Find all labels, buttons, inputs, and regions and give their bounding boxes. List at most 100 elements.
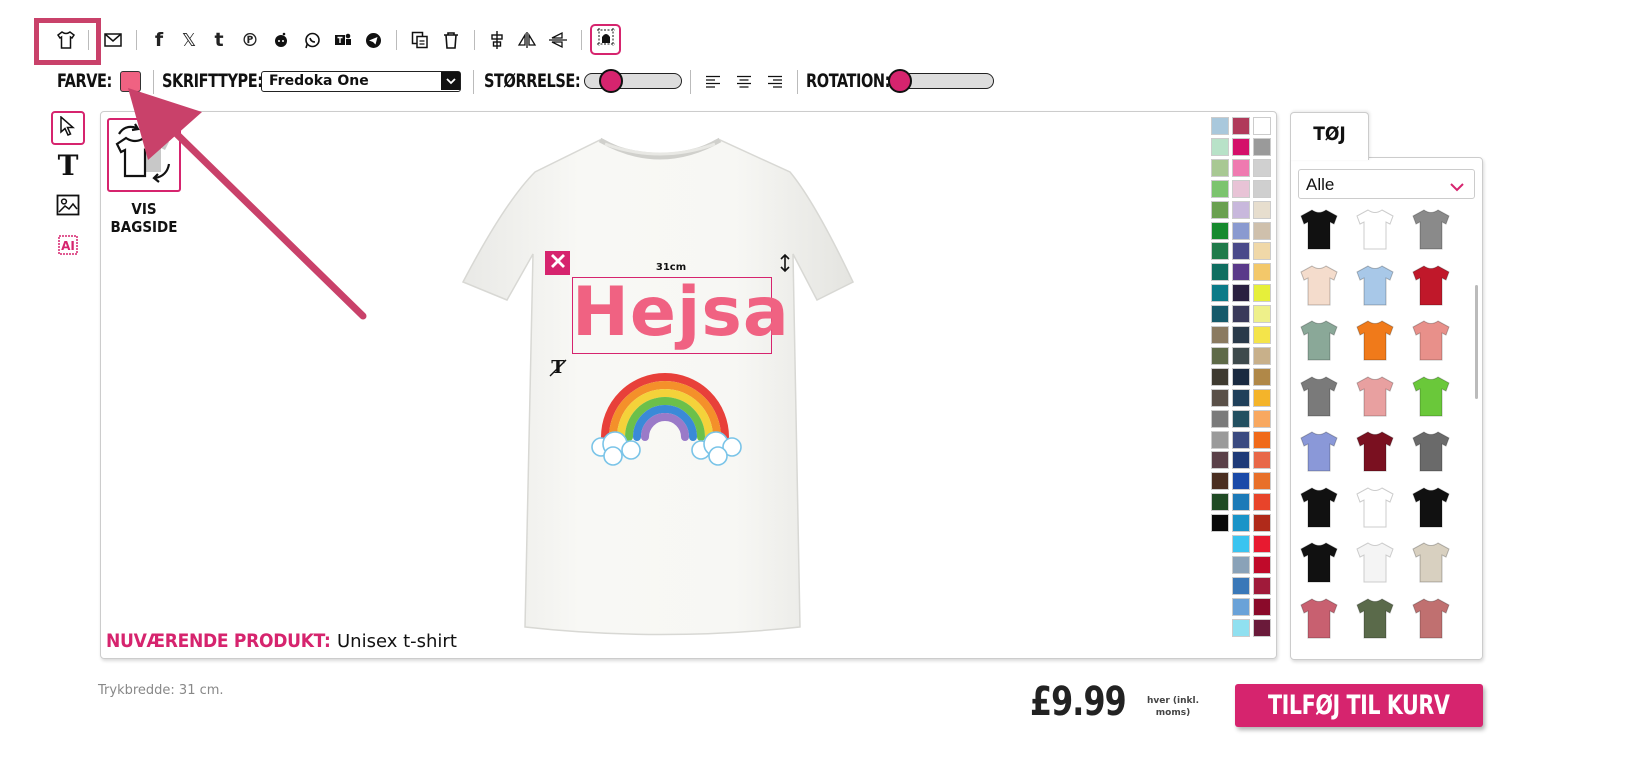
color-swatch[interactable] bbox=[1232, 221, 1250, 240]
product-thumbnail[interactable] bbox=[1353, 429, 1397, 473]
tumblr-icon[interactable]: t bbox=[208, 29, 230, 51]
product-thumbnail[interactable] bbox=[1297, 207, 1341, 251]
color-swatch[interactable] bbox=[1211, 493, 1229, 512]
x-icon[interactable]: 𝕏 bbox=[178, 29, 200, 51]
color-swatch[interactable] bbox=[1211, 284, 1229, 303]
text-icon[interactable]: T bbox=[54, 150, 82, 182]
reddit-icon[interactable] bbox=[270, 29, 292, 51]
color-swatch[interactable] bbox=[1253, 137, 1271, 156]
color-swatch[interactable] bbox=[1253, 242, 1271, 261]
color-swatch[interactable] bbox=[1211, 117, 1229, 135]
align-left-icon[interactable] bbox=[702, 71, 724, 93]
color-swatch[interactable] bbox=[1232, 263, 1250, 282]
color-swatch[interactable] bbox=[1253, 326, 1271, 344]
color-swatch[interactable] bbox=[1253, 388, 1271, 407]
product-thumbnail[interactable] bbox=[1409, 318, 1453, 362]
color-swatch[interactable] bbox=[1211, 326, 1229, 344]
color-swatch[interactable] bbox=[1211, 158, 1229, 177]
color-swatch[interactable] bbox=[1232, 158, 1250, 177]
color-swatch[interactable] bbox=[1253, 618, 1271, 637]
product-thumbnail[interactable] bbox=[1409, 540, 1453, 584]
color-swatch[interactable] bbox=[1232, 493, 1250, 512]
color-swatch[interactable] bbox=[1253, 158, 1271, 177]
color-swatch[interactable] bbox=[1232, 388, 1250, 407]
pinterest-icon[interactable]: ℗ bbox=[239, 29, 261, 51]
resize-handle[interactable] bbox=[776, 253, 794, 273]
color-swatch[interactable] bbox=[1232, 451, 1250, 470]
product-thumbnail[interactable] bbox=[1353, 485, 1397, 529]
product-thumbnail[interactable] bbox=[1353, 318, 1397, 362]
teams-icon[interactable] bbox=[332, 29, 354, 51]
mail-icon[interactable] bbox=[102, 29, 124, 51]
color-swatch[interactable] bbox=[1211, 388, 1229, 407]
color-swatch[interactable] bbox=[1232, 514, 1250, 533]
color-swatch[interactable] bbox=[1232, 618, 1250, 637]
color-swatch[interactable] bbox=[1232, 430, 1250, 449]
duplicate-icon[interactable] bbox=[409, 29, 431, 51]
select-tool-button[interactable] bbox=[51, 111, 85, 145]
color-swatch[interactable] bbox=[1253, 409, 1271, 428]
flip-horizontal-icon[interactable] bbox=[516, 29, 538, 51]
color-swatch[interactable] bbox=[1232, 117, 1250, 135]
color-swatch[interactable] bbox=[1253, 451, 1271, 470]
color-swatch[interactable] bbox=[1253, 535, 1271, 553]
color-swatch[interactable] bbox=[1253, 514, 1271, 533]
text-edit-handle[interactable]: T bbox=[548, 356, 568, 378]
flip-vertical-icon[interactable] bbox=[547, 29, 569, 51]
color-swatch[interactable] bbox=[1253, 493, 1271, 512]
rotation-slider-handle[interactable] bbox=[888, 69, 912, 93]
color-swatch[interactable] bbox=[1253, 472, 1271, 491]
color-swatch[interactable] bbox=[1232, 409, 1250, 428]
product-thumbnail[interactable] bbox=[1297, 318, 1341, 362]
category-select[interactable]: Alle bbox=[1298, 169, 1475, 199]
delete-element-button[interactable] bbox=[545, 251, 570, 275]
product-thumbnail[interactable] bbox=[1409, 596, 1453, 640]
color-swatch[interactable] bbox=[1253, 263, 1271, 282]
color-swatch[interactable] bbox=[1211, 242, 1229, 261]
color-swatch[interactable] bbox=[1232, 326, 1250, 344]
color-swatch[interactable] bbox=[1253, 221, 1271, 240]
add-to-cart-button[interactable]: TILFØJ TIL KURV bbox=[1235, 684, 1483, 727]
trash-icon[interactable] bbox=[440, 29, 462, 51]
color-swatch[interactable] bbox=[1232, 305, 1250, 324]
whatsapp-icon[interactable] bbox=[301, 29, 323, 51]
color-swatch[interactable] bbox=[1211, 451, 1229, 470]
grid-toggle-button[interactable] bbox=[590, 24, 621, 55]
color-swatch[interactable] bbox=[1253, 284, 1271, 303]
color-swatch[interactable] bbox=[1253, 305, 1271, 324]
product-thumbnail[interactable] bbox=[1409, 207, 1453, 251]
color-swatch[interactable] bbox=[1232, 555, 1250, 574]
product-thumbnail[interactable] bbox=[1353, 596, 1397, 640]
color-swatch[interactable] bbox=[1211, 367, 1229, 386]
color-swatch[interactable] bbox=[1211, 472, 1229, 491]
telegram-icon[interactable] bbox=[362, 29, 384, 51]
color-swatch[interactable] bbox=[1253, 117, 1271, 135]
product-thumbnail[interactable] bbox=[1353, 207, 1397, 251]
tab-clothes[interactable]: TØJ bbox=[1290, 112, 1369, 160]
color-swatch[interactable] bbox=[1211, 305, 1229, 324]
color-swatch[interactable] bbox=[1253, 179, 1271, 198]
color-swatch[interactable] bbox=[1232, 535, 1250, 553]
color-swatch[interactable] bbox=[1232, 346, 1250, 365]
color-swatch[interactable] bbox=[1211, 430, 1229, 449]
product-thumbnail[interactable] bbox=[1297, 374, 1341, 418]
center-icon[interactable] bbox=[486, 29, 508, 51]
product-thumbnail[interactable] bbox=[1297, 485, 1341, 529]
color-swatch[interactable] bbox=[1211, 514, 1229, 533]
color-swatch[interactable] bbox=[1211, 263, 1229, 282]
product-thumbnail[interactable] bbox=[1297, 540, 1341, 584]
facebook-icon[interactable]: f bbox=[148, 29, 170, 51]
color-swatch[interactable] bbox=[1211, 200, 1229, 219]
color-swatch[interactable] bbox=[1232, 242, 1250, 261]
color-swatch[interactable] bbox=[1211, 179, 1229, 198]
product-scrollbar[interactable] bbox=[1475, 285, 1478, 399]
color-swatch[interactable] bbox=[1211, 221, 1229, 240]
product-thumbnail[interactable] bbox=[1409, 263, 1453, 307]
align-right-icon[interactable] bbox=[764, 71, 786, 93]
color-swatch[interactable] bbox=[1253, 200, 1271, 219]
color-swatch[interactable] bbox=[1253, 367, 1271, 386]
color-swatch[interactable] bbox=[1211, 409, 1229, 428]
product-thumbnail[interactable] bbox=[1297, 263, 1341, 307]
image-icon[interactable] bbox=[56, 194, 80, 218]
color-swatch[interactable] bbox=[1232, 284, 1250, 303]
